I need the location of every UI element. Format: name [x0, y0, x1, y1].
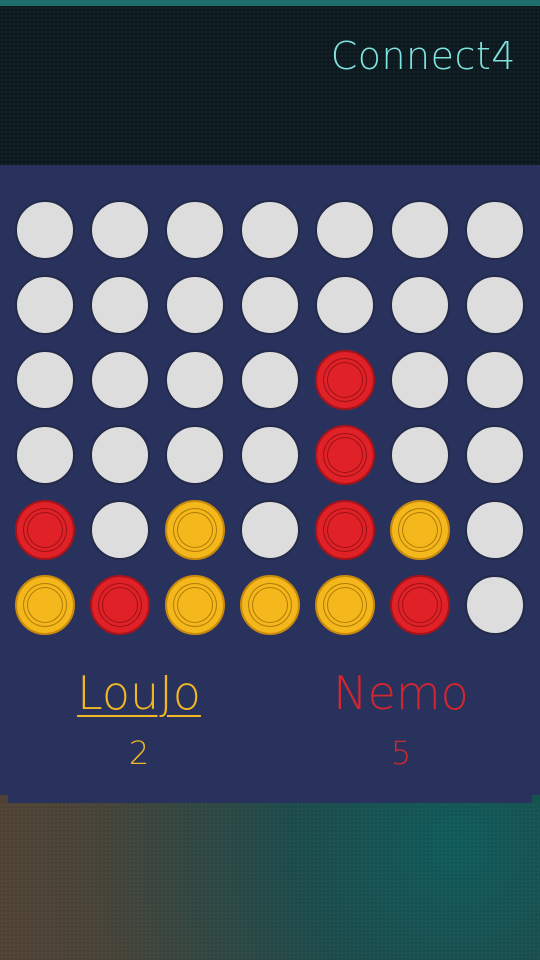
player-two-score: 5 — [390, 734, 412, 772]
empty-slot[interactable] — [90, 500, 150, 560]
empty-slot[interactable] — [165, 200, 225, 260]
player-one-name: LouJo — [77, 666, 201, 720]
empty-slot[interactable] — [90, 200, 150, 260]
empty-slot[interactable] — [465, 500, 525, 560]
empty-slot[interactable] — [90, 350, 150, 410]
empty-slot[interactable] — [465, 350, 525, 410]
empty-slot[interactable] — [15, 200, 75, 260]
empty-slot[interactable] — [465, 425, 525, 485]
player-two: Nemo 5 — [271, 670, 531, 772]
empty-slot[interactable] — [465, 275, 525, 335]
yellow-disc[interactable] — [15, 575, 75, 635]
yellow-disc[interactable] — [165, 575, 225, 635]
player-two-name: Nemo — [333, 666, 469, 720]
app-title: Connect4 — [330, 34, 516, 78]
empty-slot[interactable] — [165, 275, 225, 335]
red-disc[interactable] — [90, 575, 150, 635]
empty-slot[interactable] — [240, 275, 300, 335]
empty-slot[interactable] — [90, 275, 150, 335]
game-board[interactable] — [15, 200, 525, 636]
game-panel-bottom-edge — [8, 795, 532, 803]
yellow-disc[interactable] — [165, 500, 225, 560]
empty-slot[interactable] — [240, 425, 300, 485]
empty-slot[interactable] — [15, 350, 75, 410]
empty-slot[interactable] — [390, 425, 450, 485]
red-disc[interactable] — [315, 350, 375, 410]
red-disc[interactable] — [390, 575, 450, 635]
player-one: LouJo 2 — [9, 670, 269, 772]
empty-slot[interactable] — [390, 275, 450, 335]
yellow-disc[interactable] — [240, 575, 300, 635]
empty-slot[interactable] — [240, 200, 300, 260]
empty-slot[interactable] — [90, 425, 150, 485]
red-disc[interactable] — [315, 500, 375, 560]
player-one-score: 2 — [128, 734, 150, 772]
empty-slot[interactable] — [165, 350, 225, 410]
empty-slot[interactable] — [390, 350, 450, 410]
red-disc[interactable] — [15, 500, 75, 560]
empty-slot[interactable] — [465, 200, 525, 260]
empty-slot[interactable] — [240, 350, 300, 410]
red-disc[interactable] — [315, 425, 375, 485]
empty-slot[interactable] — [315, 200, 375, 260]
empty-slot[interactable] — [240, 500, 300, 560]
background-wallpaper — [0, 803, 540, 960]
empty-slot[interactable] — [165, 425, 225, 485]
yellow-disc[interactable] — [315, 575, 375, 635]
yellow-disc[interactable] — [390, 500, 450, 560]
empty-slot[interactable] — [15, 425, 75, 485]
empty-slot[interactable] — [315, 275, 375, 335]
empty-slot[interactable] — [465, 575, 525, 635]
empty-slot[interactable] — [390, 200, 450, 260]
app-header: Connect4 — [0, 6, 540, 165]
empty-slot[interactable] — [15, 275, 75, 335]
